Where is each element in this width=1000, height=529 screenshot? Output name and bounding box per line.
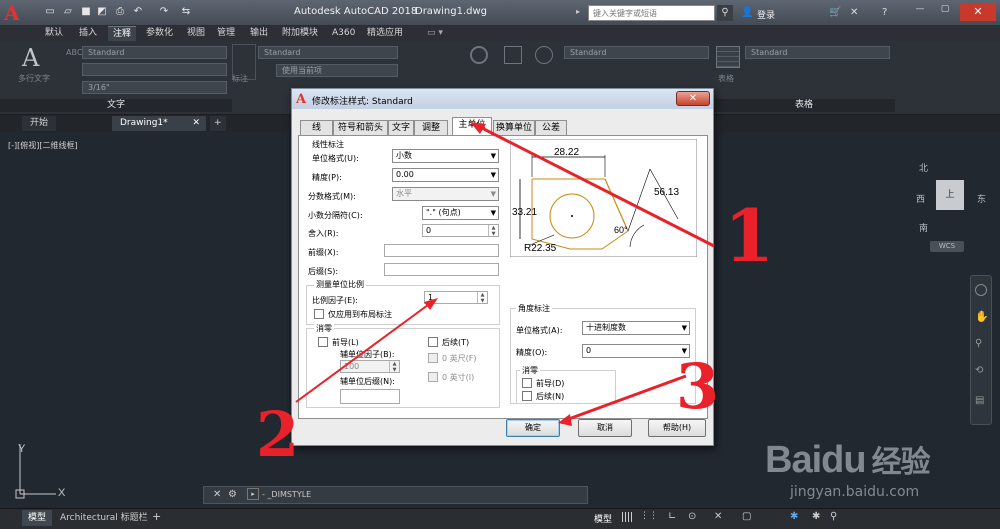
tutorial-arrows	[295, 122, 715, 426]
annotation-2: 2	[256, 398, 300, 471]
annotation-3: 3	[676, 350, 720, 423]
annotation-1: 1	[724, 193, 775, 278]
